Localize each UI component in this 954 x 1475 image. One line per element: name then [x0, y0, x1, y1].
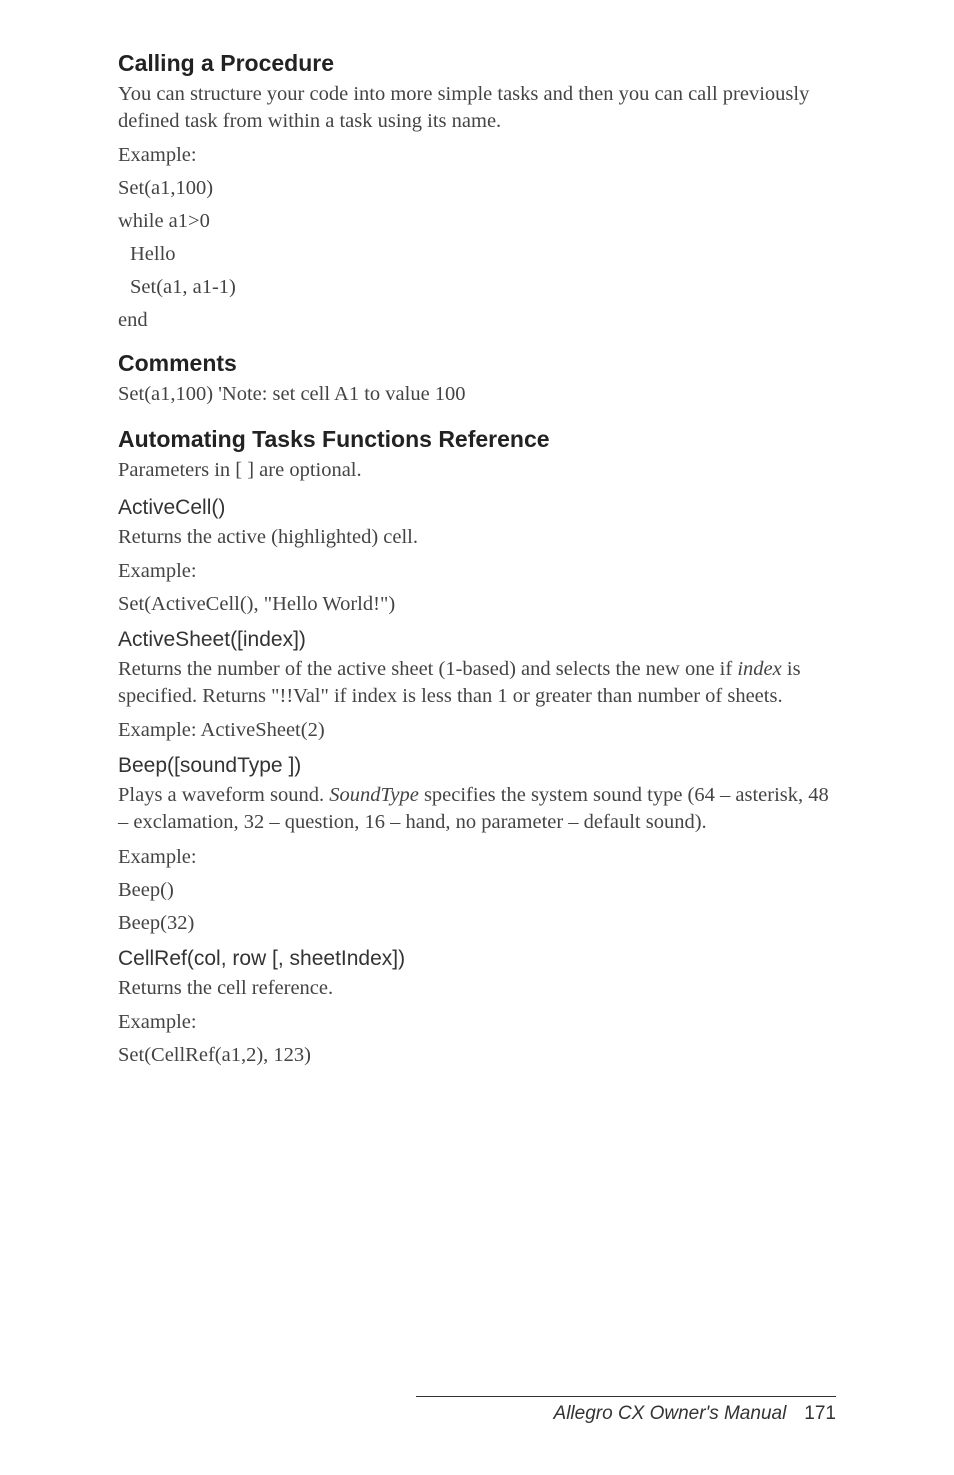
heading-beep: Beep([soundType ])	[118, 754, 836, 778]
para-calling-procedure: You can structure your code into more si…	[118, 81, 836, 134]
example-label: Example:	[118, 144, 836, 167]
code-beep1: Beep()	[118, 879, 836, 902]
para-activecell: Returns the active (highlighted) cell.	[118, 524, 836, 551]
heading-calling-procedure: Calling a Procedure	[118, 50, 836, 77]
example-activesheet: Example: ActiveSheet(2)	[118, 719, 836, 742]
para-cellref: Returns the cell reference.	[118, 975, 836, 1002]
code-comments: Set(a1,100) 'Note: set cell A1 to value …	[118, 381, 836, 408]
para-automating: Parameters in [ ] are optional.	[118, 457, 836, 484]
example-label: Example:	[118, 846, 836, 869]
example-label: Example:	[118, 1011, 836, 1034]
heading-comments: Comments	[118, 350, 836, 377]
code-activecell: Set(ActiveCell(), "Hello World!")	[118, 593, 836, 616]
heading-activecell: ActiveCell()	[118, 496, 836, 520]
code-beep2: Beep(32)	[118, 912, 836, 935]
code-cellref: Set(CellRef(a1,2), 123)	[118, 1044, 836, 1067]
code-line: Hello	[118, 243, 836, 266]
footer-title: Allegro CX Owner's Manual	[554, 1403, 787, 1424]
page-footer: Allegro CX Owner's Manual 171	[416, 1396, 836, 1425]
heading-cellref: CellRef(col, row [, sheetIndex])	[118, 947, 836, 971]
example-label: Example:	[118, 560, 836, 583]
footer-page-number: 171	[804, 1403, 836, 1424]
heading-automating: Automating Tasks Functions Reference	[118, 426, 836, 453]
code-line: Set(a1,100)	[118, 177, 836, 200]
para-activesheet: Returns the number of the active sheet (…	[118, 656, 836, 709]
code-line: end	[118, 309, 836, 332]
para-beep: Plays a waveform sound. SoundType specif…	[118, 782, 836, 835]
code-line: while a1>0	[118, 210, 836, 233]
heading-activesheet: ActiveSheet([index])	[118, 628, 836, 652]
code-line: Set(a1, a1-1)	[118, 276, 836, 299]
